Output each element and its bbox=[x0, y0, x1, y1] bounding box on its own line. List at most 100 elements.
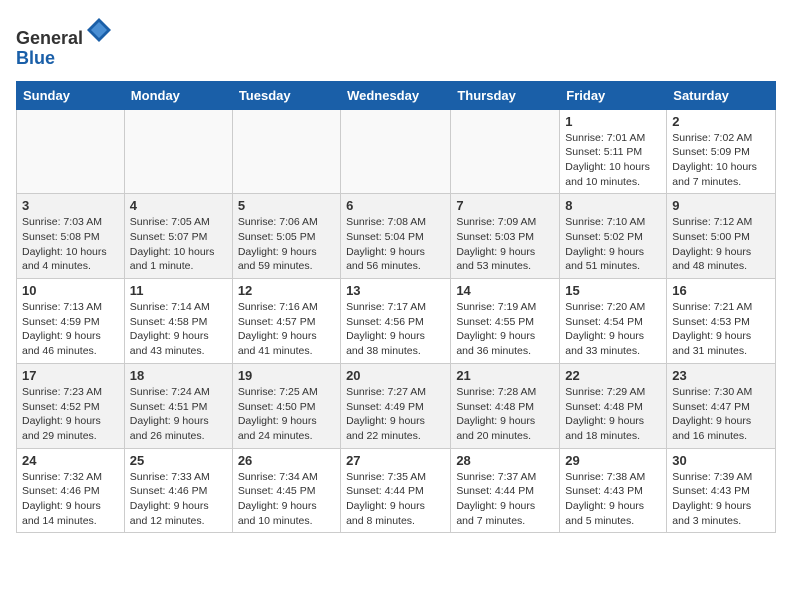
week-row-4: 24 Sunrise: 7:32 AMSunset: 4:46 PMDayligh… bbox=[17, 448, 776, 533]
day-info: Sunrise: 7:21 AMSunset: 4:53 PMDaylight:… bbox=[672, 300, 770, 359]
page: General Blue SundayMondayTuesdayWednesda… bbox=[0, 0, 792, 549]
day-number: 26 bbox=[238, 453, 335, 468]
calendar-cell: 15 Sunrise: 7:20 AMSunset: 4:54 PMDayligh… bbox=[560, 279, 667, 364]
day-number: 16 bbox=[672, 283, 770, 298]
day-info: Sunrise: 7:14 AMSunset: 4:58 PMDaylight:… bbox=[130, 300, 227, 359]
day-info: Sunrise: 7:32 AMSunset: 4:46 PMDaylight:… bbox=[22, 470, 119, 529]
day-number: 1 bbox=[565, 114, 661, 129]
logo-blue: Blue bbox=[16, 48, 55, 68]
day-number: 14 bbox=[456, 283, 554, 298]
week-row-1: 3 Sunrise: 7:03 AMSunset: 5:08 PMDaylight… bbox=[17, 194, 776, 279]
calendar-cell: 19Sunrise: 7:25 AMSunset: 4:50 PMDayligh… bbox=[232, 363, 340, 448]
calendar-cell: 20 Sunrise: 7:27 AMSunset: 4:49 PMDayligh… bbox=[341, 363, 451, 448]
day-info: Sunrise: 7:39 AMSunset: 4:43 PMDaylight:… bbox=[672, 470, 770, 529]
calendar-cell: 3 Sunrise: 7:03 AMSunset: 5:08 PMDaylight… bbox=[17, 194, 125, 279]
weekday-header-monday: Monday bbox=[124, 81, 232, 109]
day-number: 21 bbox=[456, 368, 554, 383]
day-info: Sunrise: 7:05 AMSunset: 5:07 PMDaylight:… bbox=[130, 215, 227, 274]
calendar-cell: 24 Sunrise: 7:32 AMSunset: 4:46 PMDayligh… bbox=[17, 448, 125, 533]
day-number: 23 bbox=[672, 368, 770, 383]
day-number: 7 bbox=[456, 198, 554, 213]
day-info: Sunrise: 7:09 AMSunset: 5:03 PMDaylight:… bbox=[456, 215, 554, 274]
calendar-cell bbox=[341, 109, 451, 194]
day-info: Sunrise: 7:24 AMSunset: 4:51 PMDaylight:… bbox=[130, 385, 227, 444]
day-number: 18 bbox=[130, 368, 227, 383]
day-info: Sunrise: 7:12 AMSunset: 5:00 PMDaylight:… bbox=[672, 215, 770, 274]
day-number: 29 bbox=[565, 453, 661, 468]
day-number: 17 bbox=[22, 368, 119, 383]
day-info: Sunrise: 7:20 AMSunset: 4:54 PMDaylight:… bbox=[565, 300, 661, 359]
calendar-cell bbox=[451, 109, 560, 194]
day-info: Sunrise: 7:34 AMSunset: 4:45 PMDaylight:… bbox=[238, 470, 335, 529]
day-number: 13 bbox=[346, 283, 445, 298]
day-info: Sunrise: 7:19 AMSunset: 4:55 PMDaylight:… bbox=[456, 300, 554, 359]
day-info: Sunrise: 7:16 AMSunset: 4:57 PMDaylight:… bbox=[238, 300, 335, 359]
week-row-0: 1 Sunrise: 7:01 AMSunset: 5:11 PMDaylight… bbox=[17, 109, 776, 194]
day-number: 12 bbox=[238, 283, 335, 298]
calendar-cell: 1 Sunrise: 7:01 AMSunset: 5:11 PMDaylight… bbox=[560, 109, 667, 194]
calendar-cell: 7 Sunrise: 7:09 AMSunset: 5:03 PMDaylight… bbox=[451, 194, 560, 279]
calendar: SundayMondayTuesdayWednesdayThursdayFrid… bbox=[16, 81, 776, 534]
calendar-cell: 26 Sunrise: 7:34 AMSunset: 4:45 PMDayligh… bbox=[232, 448, 340, 533]
day-info: Sunrise: 7:10 AMSunset: 5:02 PMDaylight:… bbox=[565, 215, 661, 274]
logo-text: General Blue bbox=[16, 16, 113, 69]
day-number: 4 bbox=[130, 198, 227, 213]
weekday-header-saturday: Saturday bbox=[667, 81, 776, 109]
day-number: 28 bbox=[456, 453, 554, 468]
day-number: 3 bbox=[22, 198, 119, 213]
day-number: 27 bbox=[346, 453, 445, 468]
weekday-header-friday: Friday bbox=[560, 81, 667, 109]
calendar-cell: 6Sunrise: 7:08 AMSunset: 5:04 PMDaylight… bbox=[341, 194, 451, 279]
day-info: Sunrise: 7:27 AMSunset: 4:49 PMDaylight:… bbox=[346, 385, 445, 444]
calendar-cell: 25 Sunrise: 7:33 AMSunset: 4:46 PMDayligh… bbox=[124, 448, 232, 533]
calendar-cell bbox=[124, 109, 232, 194]
day-number: 20 bbox=[346, 368, 445, 383]
day-info: Sunrise: 7:33 AMSunset: 4:46 PMDaylight:… bbox=[130, 470, 227, 529]
logo: General Blue bbox=[16, 16, 113, 69]
day-info: Sunrise: 7:25 AMSunset: 4:50 PMDaylight:… bbox=[238, 385, 335, 444]
header: General Blue bbox=[16, 16, 776, 69]
day-number: 22 bbox=[565, 368, 661, 383]
calendar-cell: 30 Sunrise: 7:39 AMSunset: 4:43 PMDayligh… bbox=[667, 448, 776, 533]
calendar-cell: 9 Sunrise: 7:12 AMSunset: 5:00 PMDaylight… bbox=[667, 194, 776, 279]
week-row-2: 10Sunrise: 7:13 AMSunset: 4:59 PMDayligh… bbox=[17, 279, 776, 364]
day-info: Sunrise: 7:02 AMSunset: 5:09 PMDaylight:… bbox=[672, 131, 770, 190]
calendar-cell: 16 Sunrise: 7:21 AMSunset: 4:53 PMDayligh… bbox=[667, 279, 776, 364]
day-number: 15 bbox=[565, 283, 661, 298]
day-info: Sunrise: 7:38 AMSunset: 4:43 PMDaylight:… bbox=[565, 470, 661, 529]
day-number: 11 bbox=[130, 283, 227, 298]
day-number: 9 bbox=[672, 198, 770, 213]
calendar-cell: 10Sunrise: 7:13 AMSunset: 4:59 PMDayligh… bbox=[17, 279, 125, 364]
calendar-cell: 27 Sunrise: 7:35 AMSunset: 4:44 PMDayligh… bbox=[341, 448, 451, 533]
day-number: 24 bbox=[22, 453, 119, 468]
calendar-cell: 17 Sunrise: 7:23 AMSunset: 4:52 PMDayligh… bbox=[17, 363, 125, 448]
day-info: Sunrise: 7:30 AMSunset: 4:47 PMDaylight:… bbox=[672, 385, 770, 444]
day-number: 25 bbox=[130, 453, 227, 468]
day-number: 30 bbox=[672, 453, 770, 468]
day-info: Sunrise: 7:35 AMSunset: 4:44 PMDaylight:… bbox=[346, 470, 445, 529]
day-info: Sunrise: 7:23 AMSunset: 4:52 PMDaylight:… bbox=[22, 385, 119, 444]
weekday-header-tuesday: Tuesday bbox=[232, 81, 340, 109]
weekday-header-sunday: Sunday bbox=[17, 81, 125, 109]
logo-icon bbox=[85, 16, 113, 44]
calendar-cell: 29 Sunrise: 7:38 AMSunset: 4:43 PMDayligh… bbox=[560, 448, 667, 533]
day-info: Sunrise: 7:08 AMSunset: 5:04 PMDaylight:… bbox=[346, 215, 445, 274]
day-info: Sunrise: 7:03 AMSunset: 5:08 PMDaylight:… bbox=[22, 215, 119, 274]
day-info: Sunrise: 7:17 AMSunset: 4:56 PMDaylight:… bbox=[346, 300, 445, 359]
day-info: Sunrise: 7:01 AMSunset: 5:11 PMDaylight:… bbox=[565, 131, 661, 190]
calendar-cell: 23 Sunrise: 7:30 AMSunset: 4:47 PMDayligh… bbox=[667, 363, 776, 448]
calendar-cell: 11 Sunrise: 7:14 AMSunset: 4:58 PMDayligh… bbox=[124, 279, 232, 364]
calendar-cell: 5Sunrise: 7:06 AMSunset: 5:05 PMDaylight… bbox=[232, 194, 340, 279]
weekday-header-wednesday: Wednesday bbox=[341, 81, 451, 109]
day-info: Sunrise: 7:06 AMSunset: 5:05 PMDaylight:… bbox=[238, 215, 335, 274]
calendar-cell bbox=[17, 109, 125, 194]
week-row-3: 17 Sunrise: 7:23 AMSunset: 4:52 PMDayligh… bbox=[17, 363, 776, 448]
weekday-header-row: SundayMondayTuesdayWednesdayThursdayFrid… bbox=[17, 81, 776, 109]
calendar-cell: 14 Sunrise: 7:19 AMSunset: 4:55 PMDayligh… bbox=[451, 279, 560, 364]
calendar-cell: 13 Sunrise: 7:17 AMSunset: 4:56 PMDayligh… bbox=[341, 279, 451, 364]
calendar-cell: 22Sunrise: 7:29 AMSunset: 4:48 PMDayligh… bbox=[560, 363, 667, 448]
day-number: 8 bbox=[565, 198, 661, 213]
calendar-cell: 12 Sunrise: 7:16 AMSunset: 4:57 PMDayligh… bbox=[232, 279, 340, 364]
calendar-cell: 2 Sunrise: 7:02 AMSunset: 5:09 PMDaylight… bbox=[667, 109, 776, 194]
day-number: 2 bbox=[672, 114, 770, 129]
